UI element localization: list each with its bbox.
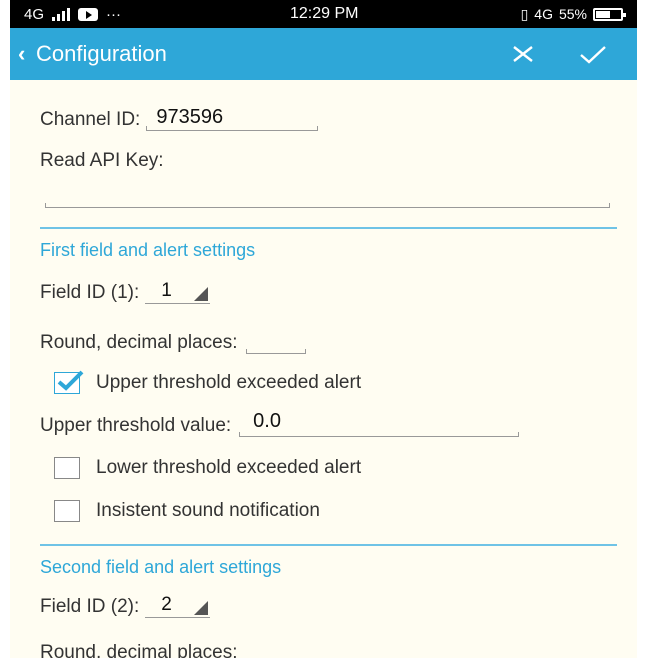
field-id-1-row: Field ID (1): 1 xyxy=(40,280,211,304)
insistent-row[interactable]: Insistent sound notification xyxy=(54,500,320,522)
field-id-1-spinner[interactable]: 1 xyxy=(145,280,211,304)
youtube-notification-icon xyxy=(78,7,99,21)
spinner-arrow-icon xyxy=(194,287,209,301)
upper-value-row: Upper threshold value: 0.0 xyxy=(40,410,520,437)
insistent-checkbox[interactable] xyxy=(54,500,80,522)
chevron-left-icon[interactable]: ‹ xyxy=(10,41,36,67)
channel-id-input[interactable]: 973596 xyxy=(146,106,319,131)
battery-icon xyxy=(593,7,626,21)
round-2-label: Round, decimal places: xyxy=(40,642,238,658)
second-section-title: Second field and alert settings xyxy=(40,557,282,577)
check-icon xyxy=(57,370,84,391)
channel-id-label: Channel ID: xyxy=(40,109,141,130)
read-api-key-row: Read API Key: xyxy=(40,150,164,172)
field-id-1-label: Field ID (1): xyxy=(40,282,140,303)
lower-alert-label: Lower threshold exceeded alert xyxy=(96,457,362,478)
section-divider xyxy=(40,227,617,229)
read-api-key-label: Read API Key: xyxy=(40,150,164,171)
upper-alert-checkbox[interactable] xyxy=(54,370,84,394)
upper-value-label: Upper threshold value: xyxy=(40,415,232,436)
network-type: 4G xyxy=(24,5,45,23)
upper-alert-row[interactable]: Upper threshold exceeded alert xyxy=(54,370,362,394)
upper-value-input[interactable]: 0.0 xyxy=(239,410,520,437)
round-1-input[interactable] xyxy=(245,330,306,354)
channel-id-row: Channel ID: 973596 xyxy=(40,106,319,131)
network-indicator: 4G xyxy=(534,6,553,22)
round-1-label: Round, decimal places: xyxy=(40,332,238,353)
battery-percent: 55% xyxy=(558,6,587,22)
round-1-row: Round, decimal places: xyxy=(40,330,306,354)
first-section-title: First field and alert settings xyxy=(40,240,256,260)
status-time: 12:29 PM xyxy=(290,5,359,22)
close-button[interactable] xyxy=(497,28,549,80)
upper-alert-label: Upper threshold exceeded alert xyxy=(96,372,362,393)
field-id-2-row: Field ID (2): 2 xyxy=(40,594,211,618)
spinner-arrow-icon xyxy=(194,601,209,615)
round-2-row: Round, decimal places: xyxy=(40,642,238,658)
section-divider xyxy=(40,544,617,546)
vibrate-icon: ▯ xyxy=(520,5,529,22)
read-api-key-input[interactable] xyxy=(45,190,610,208)
more-notifications-icon: ··· xyxy=(106,5,122,23)
insistent-label: Insistent sound notification xyxy=(96,500,320,521)
app-bar: ‹ Configuration xyxy=(10,28,637,80)
page-title[interactable]: Configuration xyxy=(36,41,497,67)
check-icon xyxy=(580,46,606,64)
field-id-2-spinner[interactable]: 2 xyxy=(145,594,211,618)
close-icon xyxy=(513,46,533,62)
confirm-button[interactable] xyxy=(567,28,619,80)
configuration-form: Channel ID: 973596 Read API Key: First f… xyxy=(10,80,637,658)
signal-icon xyxy=(52,7,71,21)
status-bar: 4G ··· 12:29 PM ▯ 4G 55% xyxy=(10,0,637,28)
field-id-2-label: Field ID (2): xyxy=(40,596,140,617)
lower-alert-row[interactable]: Lower threshold exceeded alert xyxy=(54,457,361,479)
lower-alert-checkbox[interactable] xyxy=(54,457,80,479)
